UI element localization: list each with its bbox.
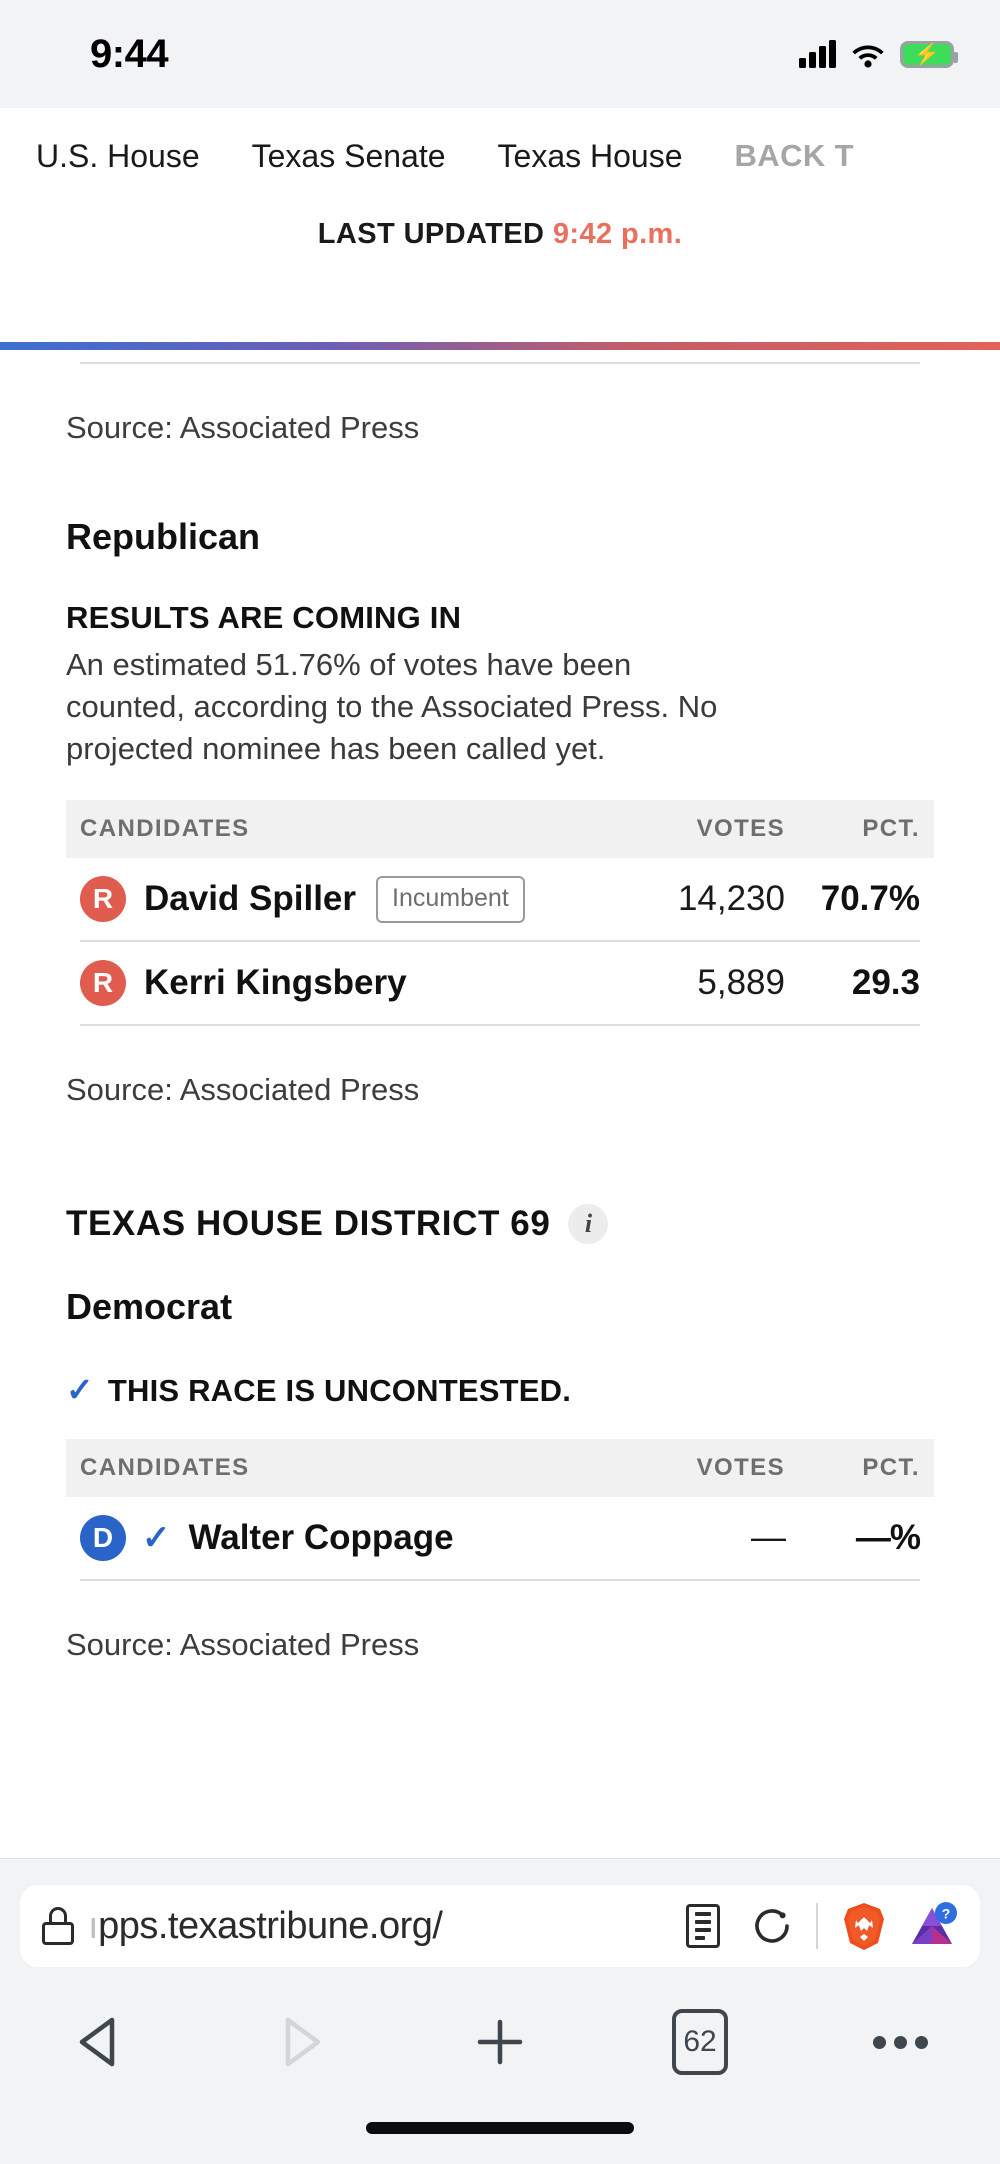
last-updated-label: LAST UPDATED	[318, 218, 545, 250]
source-attribution: Source: Associated Press	[66, 1026, 934, 1108]
new-tab-button[interactable]	[400, 2012, 600, 2072]
candidate-votes: 5,889	[585, 963, 785, 1003]
table-row[interactable]: R David Spiller Incumbent 14,230 70.7%	[80, 858, 920, 942]
status-bar-time: 9:44	[90, 32, 168, 77]
candidate-identity: D ✓ Walter Coppage	[80, 1515, 585, 1561]
url-text: pps.texastribune.org/	[98, 1905, 442, 1947]
svg-text:?: ?	[942, 1906, 951, 1922]
menu-button[interactable]	[800, 2036, 1000, 2049]
candidate-name: David Spiller	[144, 879, 356, 919]
party-badge-republican: R	[80, 960, 126, 1006]
candidate-votes: —	[585, 1518, 785, 1558]
browser-bottom-chrome: ıpps.texastribune.org/	[0, 1858, 1000, 2164]
results-table-body: R David Spiller Incumbent 14,230 70.7% R…	[66, 858, 934, 1026]
reader-mode-icon[interactable]	[686, 1904, 720, 1948]
results-table-header: CANDIDATES VOTES PCT.	[66, 800, 934, 858]
battery-charging-icon: ⚡	[900, 41, 954, 68]
column-header-votes: VOTES	[585, 815, 785, 843]
incumbent-badge: Incumbent	[376, 876, 525, 923]
home-indicator[interactable]	[366, 2122, 634, 2134]
candidate-votes: 14,230	[585, 879, 785, 919]
party-heading-democrat: Democrat	[66, 1244, 934, 1328]
race-heading: TEXAS HOUSE DISTRICT 69 i	[66, 1108, 934, 1244]
forward-button	[200, 2012, 400, 2072]
nav-tab-back-to-top[interactable]: BACK T	[709, 138, 881, 174]
uncontested-label: THIS RACE IS UNCONTESTED.	[108, 1373, 571, 1408]
column-header-votes: VOTES	[585, 1454, 785, 1482]
party-badge-democrat: D	[80, 1515, 126, 1561]
race-type-nav: U.S. House Texas Senate Texas House BACK…	[0, 108, 1000, 204]
source-attribution: Source: Associated Press	[66, 1581, 934, 1663]
candidate-name: Walter Coppage	[189, 1518, 454, 1558]
table-row[interactable]: R Kerri Kingsbery 5,889 29.3	[80, 942, 920, 1026]
status-bar-indicators: ⚡	[799, 40, 954, 68]
race-status-title-uncontested: ✓ THIS RACE IS UNCONTESTED.	[66, 1328, 934, 1409]
party-heading-republican: Republican	[66, 446, 934, 558]
results-content: Source: Associated Press Republican RESU…	[0, 326, 1000, 1663]
more-options-icon	[873, 2036, 928, 2049]
candidate-pct: 29.3	[785, 963, 920, 1003]
lock-icon	[42, 1907, 74, 1945]
party-badge-republican: R	[80, 876, 126, 922]
brave-shields-icon[interactable]: ?	[906, 1902, 958, 1950]
winner-check-icon: ✓	[142, 1518, 171, 1558]
table-row[interactable]: D ✓ Walter Coppage — —%	[80, 1497, 920, 1581]
candidate-name: Kerri Kingsbery	[144, 963, 407, 1003]
candidate-identity: R David Spiller Incumbent	[80, 876, 585, 923]
party-gradient-bar	[0, 342, 1000, 350]
last-updated-time: 9:42 p.m.	[553, 218, 682, 250]
nav-tab-us-house[interactable]: U.S. House	[10, 138, 226, 175]
column-header-pct: PCT.	[785, 815, 920, 843]
url-bar[interactable]: ıpps.texastribune.org/	[20, 1885, 980, 1967]
nav-tab-texas-house[interactable]: Texas House	[472, 138, 709, 175]
page-title: TEXAS HOUSE DISTRICT 69	[66, 1204, 550, 1244]
reload-icon[interactable]	[750, 1904, 794, 1948]
results-table-header: CANDIDATES VOTES PCT.	[66, 1439, 934, 1497]
candidate-identity: R Kerri Kingsbery	[80, 960, 585, 1006]
results-table-body: D ✓ Walter Coppage — —%	[66, 1497, 934, 1581]
race-status-title: RESULTS ARE COMING IN	[66, 558, 934, 636]
ios-status-bar: 9:44 ⚡	[0, 0, 1000, 108]
wifi-icon	[850, 40, 886, 68]
browser-toolbar: 62	[0, 1987, 1000, 2097]
back-button[interactable]	[0, 2012, 200, 2072]
cellular-signal-icon	[799, 40, 836, 68]
tab-count-label: 62	[672, 2009, 728, 2075]
chrome-divider	[816, 1903, 818, 1949]
tab-switcher-button[interactable]: 62	[600, 2009, 800, 2075]
source-attribution: Source: Associated Press	[66, 364, 934, 446]
column-header-candidates: CANDIDATES	[80, 1454, 585, 1482]
column-header-candidates: CANDIDATES	[80, 815, 585, 843]
race-status-body: An estimated 51.76% of votes have been c…	[66, 636, 726, 770]
info-icon[interactable]: i	[568, 1204, 608, 1244]
candidate-pct: 70.7%	[785, 879, 920, 919]
column-header-pct: PCT.	[785, 1454, 920, 1482]
brave-lion-icon[interactable]	[840, 1901, 888, 1951]
url-truncation-prefix: ı	[88, 1905, 98, 1947]
candidate-pct: —%	[785, 1518, 920, 1558]
last-updated-banner: LAST UPDATED 9:42 p.m.	[0, 204, 1000, 251]
uncontested-check-icon: ✓	[66, 1371, 94, 1408]
site-sticky-header: U.S. House Texas Senate Texas House BACK…	[0, 108, 1000, 350]
url-input[interactable]: ıpps.texastribune.org/	[88, 1905, 686, 1948]
nav-tab-texas-senate[interactable]: Texas Senate	[226, 138, 472, 175]
